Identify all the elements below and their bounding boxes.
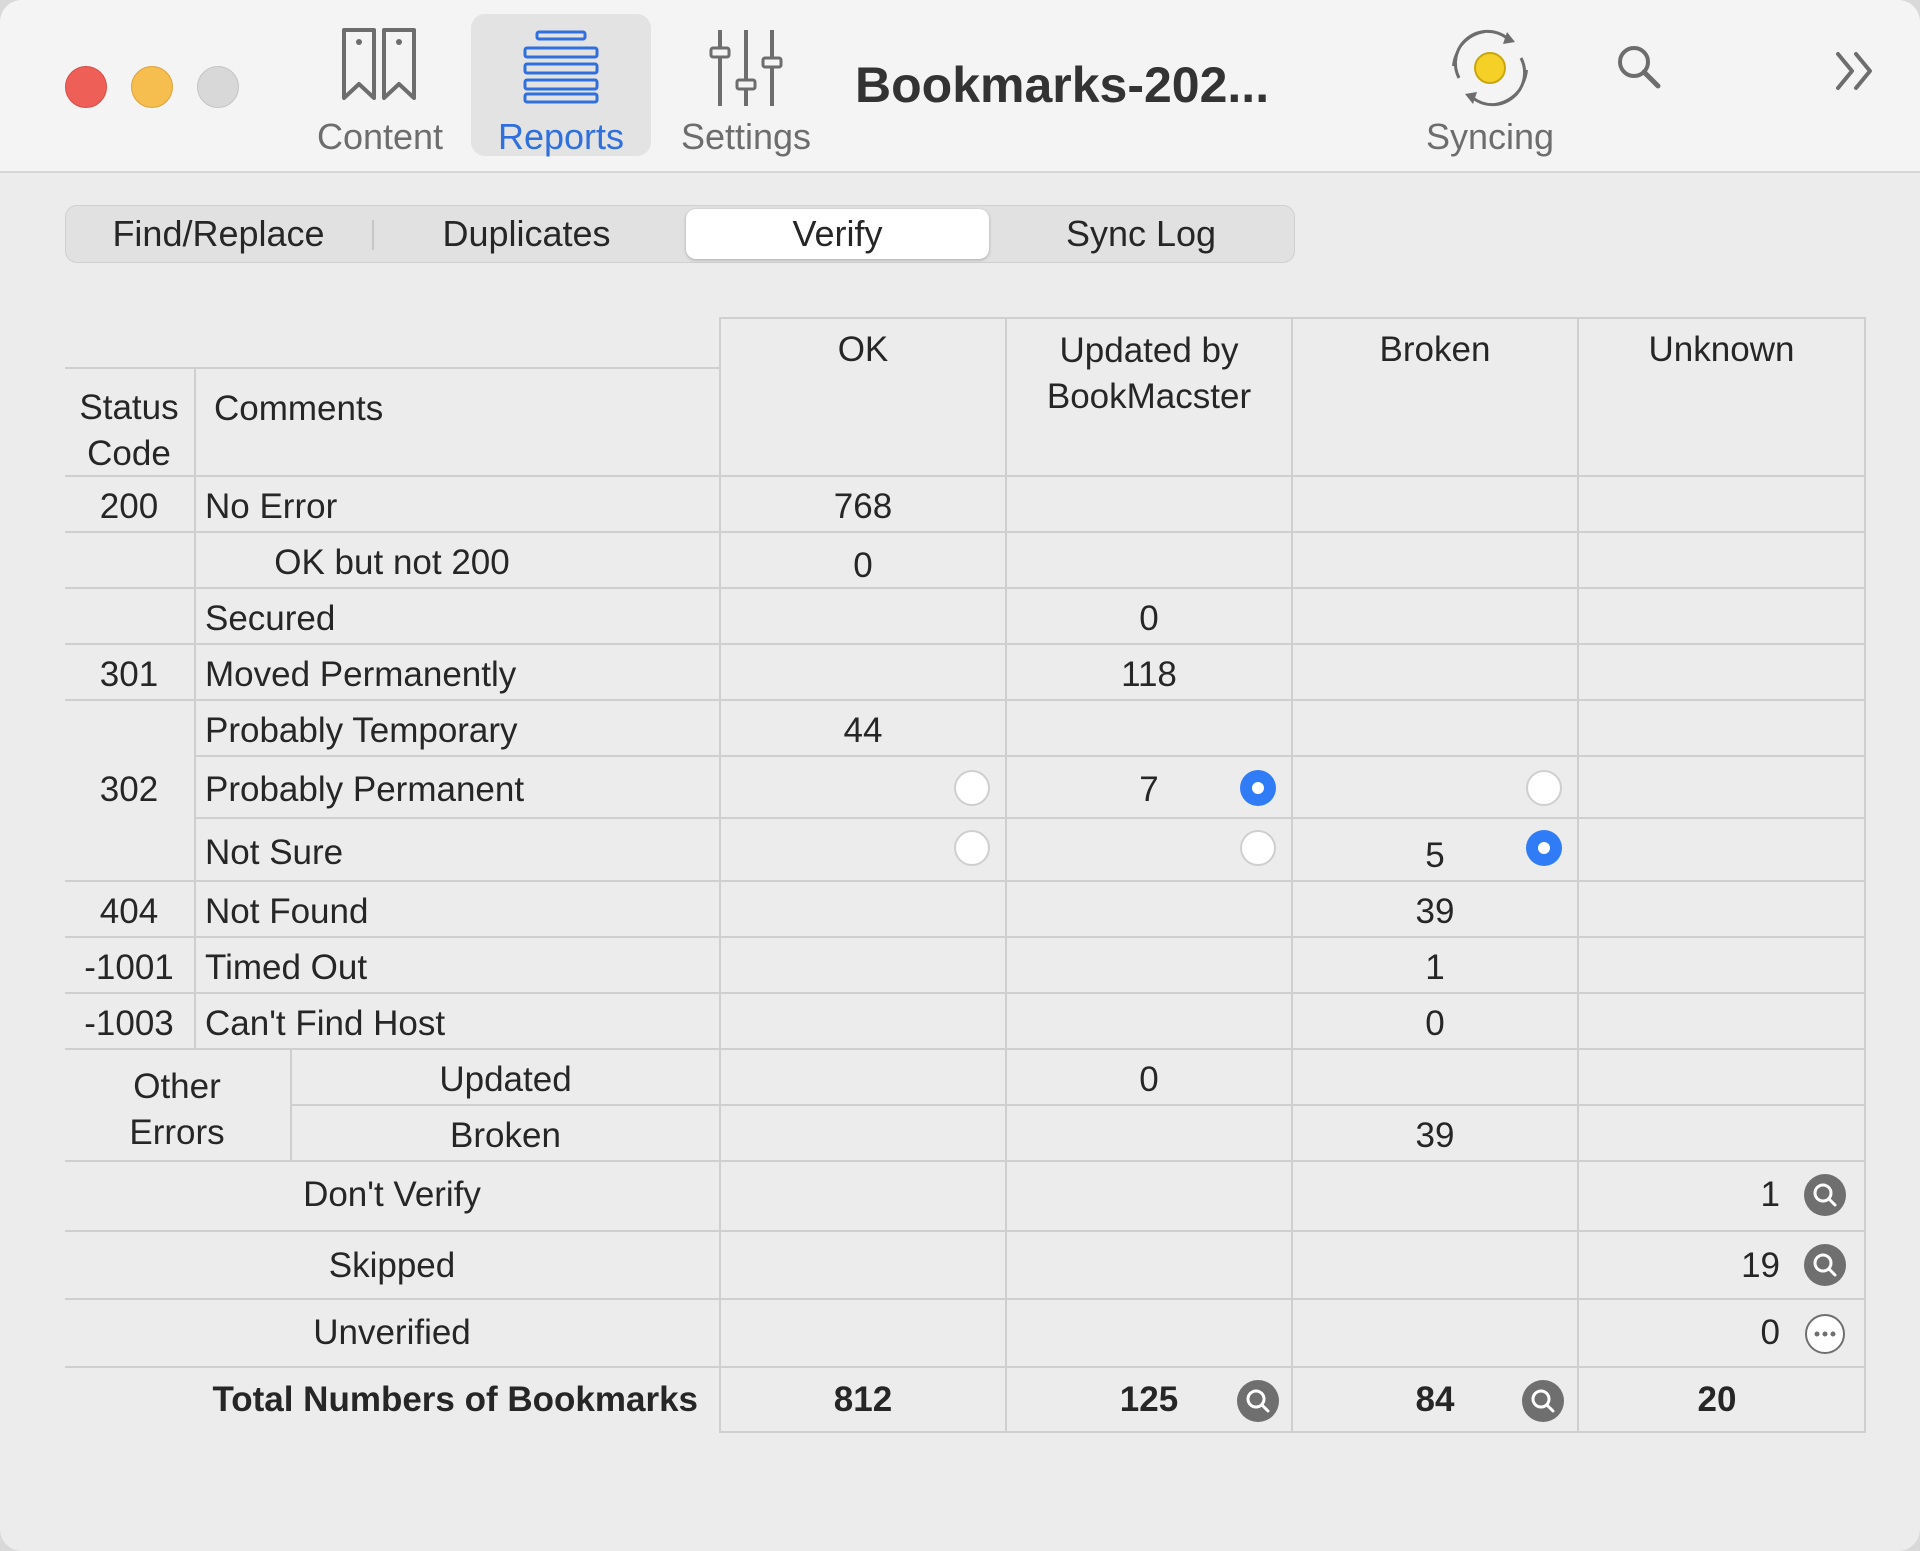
status-code-header: Status Code [79,388,179,473]
row-comment: Don't Verify [303,1175,481,1214]
updated-radio[interactable] [1240,830,1276,866]
other-errors-label: Other Errors [129,1067,225,1152]
magnifier-icon[interactable] [1804,1244,1846,1286]
reports-tool-button[interactable]: Reports [471,14,651,157]
row-comment: No Error [205,487,338,526]
broken-count: 0 [1425,1004,1445,1043]
magnifier-icon[interactable] [1237,1380,1279,1422]
document-title: Bookmarks-202... [855,57,1270,113]
row-comment: Skipped [328,1246,456,1285]
ok-count: 768 [833,487,893,526]
status-code: -1001 [84,948,174,987]
broken-radio-selected[interactable] [1526,830,1562,866]
totals-label: Total Numbers of Bookmarks [212,1380,698,1419]
updated-radio-selected[interactable] [1240,770,1276,806]
unknown-count: 19 [1741,1246,1780,1285]
row-comment: OK but not 200 [274,543,510,582]
row-comment: Probably Permanent [205,770,525,809]
close-button[interactable] [65,66,107,108]
tab-verify[interactable]: Verify [686,209,989,259]
magnifier-icon[interactable] [1522,1380,1564,1422]
reports-list-icon [523,30,599,104]
broken-count: 39 [1415,1116,1455,1155]
chevron-overflow-icon[interactable] [1832,46,1882,96]
broken-header: Broken [1379,330,1491,369]
bookmarks-icon [342,28,416,100]
broken-count: 39 [1415,892,1455,931]
status-code: 200 [99,487,159,526]
unknown-count: 0 [1760,1313,1780,1352]
row-comment: Unverified [313,1313,471,1352]
syncing-tool-label: Syncing [1425,116,1555,157]
ok-count: 0 [853,546,873,585]
row-comment: Not Sure [205,833,344,872]
minimize-button[interactable] [131,66,173,108]
comments-header: Comments [214,389,384,428]
syncing-tool-button[interactable]: Syncing [1405,14,1575,157]
settings-tool-button[interactable]: Settings [666,14,826,157]
status-code: 404 [99,892,159,931]
tab-find-replace[interactable]: Find/Replace [66,206,371,262]
row-comment: Broken [450,1116,561,1155]
row-comment: Probably Temporary [205,711,518,750]
status-code: -1003 [84,1004,174,1043]
row-comment: Moved Permanently [205,655,517,694]
reports-tool-label: Reports [497,116,625,157]
content-tool-button[interactable]: Content [300,14,460,157]
sliders-icon [709,30,783,106]
search-icon[interactable] [1614,42,1664,92]
row-comment: Secured [205,599,336,638]
total-unknown: 20 [1697,1380,1737,1419]
toolbar: Content Reports Settings Bookmarks-202..… [0,0,1920,173]
report-window: Content Reports Settings Bookmarks-202..… [0,0,1920,1551]
ok-radio[interactable] [954,830,990,866]
updated-header: Updated by BookMacster [1046,331,1252,416]
zoom-button[interactable] [197,66,239,108]
row-comment: Not Found [205,892,369,931]
total-ok: 812 [833,1380,893,1419]
sync-status-icon [1452,29,1528,107]
unknown-count: 1 [1760,1175,1780,1214]
unknown-header: Unknown [1648,330,1795,369]
tab-sync-log[interactable]: Sync Log [991,206,1291,262]
broken-radio[interactable] [1526,770,1562,806]
row-comment: Updated [439,1060,572,1099]
broken-count: 1 [1425,948,1445,987]
ok-header: OK [837,330,889,369]
magnifier-icon[interactable] [1804,1174,1846,1216]
updated-count: 0 [1139,1060,1159,1099]
row-comment: Timed Out [205,948,368,987]
status-code: 302 [99,770,159,809]
updated-count: 118 [1121,655,1177,694]
report-tabs: Find/Replace Duplicates Verify Sync Log [65,205,1295,263]
settings-tool-label: Settings [680,116,812,157]
tab-duplicates[interactable]: Duplicates [374,206,679,262]
row-comment: Can't Find Host [205,1004,446,1043]
updated-count: 0 [1139,599,1159,638]
status-code: 301 [99,655,159,694]
ok-count: 44 [843,711,883,750]
content-tool-label: Content [316,116,444,157]
ok-radio[interactable] [954,770,990,806]
more-options-icon[interactable] [1805,1314,1845,1354]
